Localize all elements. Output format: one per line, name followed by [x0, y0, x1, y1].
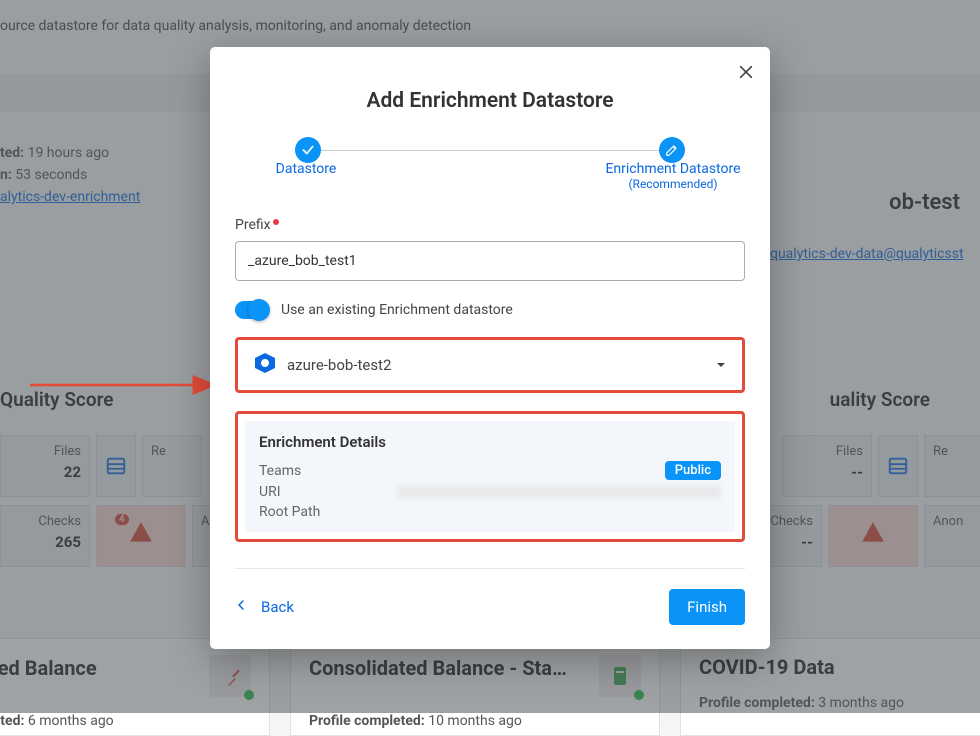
- step-1-label[interactable]: Datastore: [271, 161, 341, 177]
- enrichment-details-highlight: Enrichment Details Teams Public URI Root…: [235, 411, 745, 542]
- divider: [235, 568, 745, 569]
- uri-label: URI: [259, 484, 281, 500]
- datastore-select-highlight: azure-bob-test2: [235, 337, 745, 393]
- public-badge: Public: [665, 461, 721, 480]
- uri-value-redacted: [398, 485, 721, 499]
- step-1-icon: [295, 137, 321, 163]
- back-label: Back: [261, 598, 294, 616]
- step-2-label[interactable]: Enrichment Datastore: [593, 161, 753, 177]
- datastore-select-value: azure-bob-test2: [287, 356, 715, 374]
- wizard-stepper: Datastore Enrichment Datastore (Recommen…: [295, 137, 685, 191]
- modal-title: Add Enrichment Datastore: [235, 89, 745, 113]
- teams-label: Teams: [259, 463, 301, 479]
- add-enrichment-datastore-modal: Add Enrichment Datastore Datastore Enric…: [210, 47, 770, 649]
- bigquery-icon: [253, 351, 277, 379]
- required-indicator: [273, 219, 279, 225]
- prefix-label: Prefix: [235, 217, 745, 233]
- close-icon[interactable]: [738, 61, 754, 86]
- step-2-sublabel: (Recommended): [593, 177, 753, 191]
- enrichment-details-title: Enrichment Details: [259, 433, 721, 451]
- prefix-input[interactable]: [235, 241, 745, 281]
- dropdown-icon: [715, 356, 727, 375]
- step-2-icon: [659, 137, 685, 163]
- chevron-left-icon: [235, 598, 247, 616]
- toggle-label: Use an existing Enrichment datastore: [281, 302, 513, 318]
- enrichment-details-panel: Enrichment Details Teams Public URI Root…: [245, 421, 735, 532]
- use-existing-toggle[interactable]: [235, 301, 269, 319]
- datastore-select[interactable]: azure-bob-test2: [245, 347, 735, 383]
- finish-button[interactable]: Finish: [669, 589, 745, 625]
- back-button[interactable]: Back: [235, 598, 294, 616]
- root-path-label: Root Path: [259, 504, 320, 520]
